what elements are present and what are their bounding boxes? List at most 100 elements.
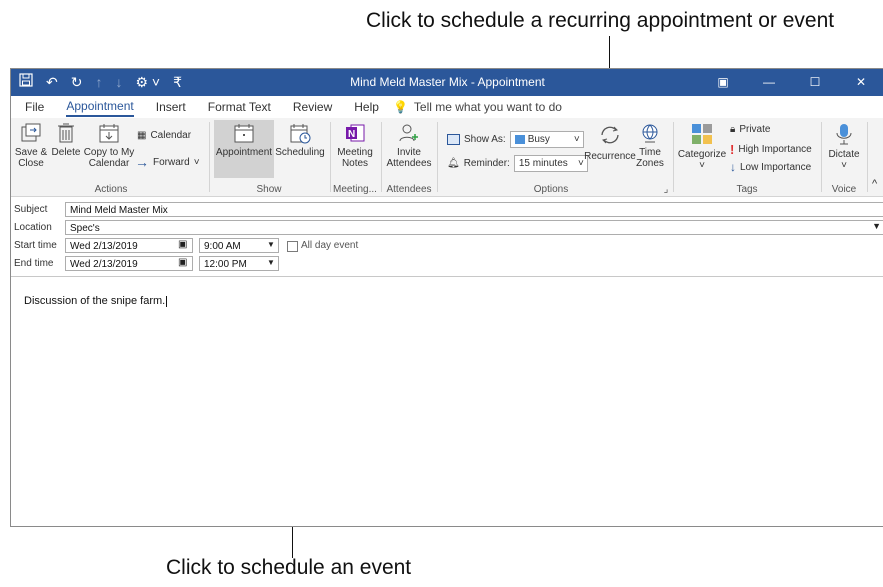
high-importance-button[interactable]: ! High Importance xyxy=(730,142,812,157)
bell-icon: 🔔︎ xyxy=(447,158,460,169)
subject-input[interactable]: Mind Meld Master Mix xyxy=(65,202,883,217)
minimize-icon[interactable]: — xyxy=(746,69,792,96)
callout-recurrence: Click to schedule a recurring appointmen… xyxy=(366,9,835,32)
ribbon-separator xyxy=(437,122,438,192)
invite-label-1: Invite xyxy=(397,147,421,158)
appointment-view-button[interactable]: Appointment xyxy=(214,122,274,158)
show-as-icon xyxy=(447,134,460,145)
appointment-body-editor[interactable]: Discussion of the snipe farm. xyxy=(11,276,883,526)
show-as-control: Show As: Busy ˅ xyxy=(447,131,584,148)
tab-review[interactable]: Review xyxy=(293,96,332,118)
show-as-dropdown[interactable]: Busy ˅ xyxy=(509,131,584,148)
save-close-icon xyxy=(21,123,41,142)
categorize-label: Categorize xyxy=(677,149,727,160)
meeting-notes-button[interactable]: N Meeting Notes xyxy=(333,122,377,169)
ribbon-separator xyxy=(867,122,868,192)
private-label: Private xyxy=(739,124,771,135)
time-zones-button[interactable]: Time Zones xyxy=(635,122,665,169)
body-text[interactable]: Discussion of the snipe farm. xyxy=(24,295,168,307)
chevron-down-icon[interactable]: ▼ xyxy=(267,258,275,267)
tab-file[interactable]: File xyxy=(25,96,44,118)
scheduling-button[interactable]: Scheduling xyxy=(275,122,325,158)
forward-button[interactable]: → Forward ˅ xyxy=(135,154,200,170)
show-as-label: Show As: xyxy=(464,134,506,145)
save-close-button[interactable]: Save & Close xyxy=(13,122,49,169)
low-importance-label: Low Importance xyxy=(740,161,812,173)
private-button[interactable]: 🔒︎ Private xyxy=(730,124,770,135)
save-close-label-2: Close xyxy=(18,158,44,169)
location-row: Location Spec's ▼ xyxy=(11,220,883,237)
recurrence-icon xyxy=(601,126,619,144)
end-time-row: End time Wed 2/13/2019 ▣ 12:00 PM ▼ xyxy=(11,256,883,273)
lightbulb-icon: 💡 xyxy=(392,100,408,114)
copy-label-2: Calendar xyxy=(88,158,130,169)
meeting-notes-label-1: Meeting xyxy=(337,147,373,158)
appointment-icon xyxy=(234,124,254,143)
subject-label: Subject xyxy=(14,204,48,215)
dialog-launcher-icon[interactable]: ⌟ xyxy=(661,184,671,195)
meeting-notes-label-2: Notes xyxy=(341,158,369,169)
save-close-label-1: Save & xyxy=(14,147,48,158)
chevron-down-icon: ˅ xyxy=(699,160,705,171)
globe-icon xyxy=(642,124,658,143)
recurrence-button[interactable]: Recurrence xyxy=(584,122,636,162)
end-date-input[interactable]: Wed 2/13/2019 xyxy=(65,256,193,271)
chevron-down-icon: ˅ xyxy=(573,134,580,145)
group-label-voice: Voice xyxy=(831,184,857,195)
tab-insert[interactable]: Insert xyxy=(156,96,186,118)
forward-icon: → xyxy=(135,154,149,170)
reminder-control: 🔔︎ Reminder: 15 minutes ˅ xyxy=(447,155,588,172)
ribbon-display-icon[interactable]: ▣ xyxy=(700,69,746,96)
calendar-picker-icon[interactable]: ▣ xyxy=(178,239,187,250)
start-time-label: Start time xyxy=(14,240,57,251)
chevron-down-icon: ˅ xyxy=(841,160,847,171)
lock-icon: 🔒︎ xyxy=(730,124,736,135)
tab-appointment[interactable]: Appointment xyxy=(66,97,134,117)
low-importance-button[interactable]: ↓ Low Importance xyxy=(730,160,811,174)
title-bar: ↶ ↻ ↑ ↓ ⚙ ˅ ₹ Mind Meld Master Mix - App… xyxy=(11,69,883,96)
collapse-ribbon-icon[interactable]: ^ xyxy=(872,178,877,190)
location-dropdown-icon[interactable]: ▼ xyxy=(872,221,881,231)
close-icon[interactable]: ✕ xyxy=(838,69,883,96)
all-day-checkbox[interactable] xyxy=(287,241,298,252)
body-text-content: Discussion of the snipe farm. xyxy=(24,295,166,307)
dictate-button[interactable]: Dictate ˅ xyxy=(825,122,863,171)
appointment-label: Appointment xyxy=(215,147,273,158)
forward-label: Forward xyxy=(153,156,190,168)
ribbon-separator xyxy=(209,122,210,192)
invite-attendees-button[interactable]: Invite Attendees xyxy=(385,122,433,169)
tab-help[interactable]: Help xyxy=(354,96,379,118)
group-label-options: Options xyxy=(533,184,569,195)
subject-row: Subject Mind Meld Master Mix xyxy=(11,202,883,219)
start-date-input[interactable]: Wed 2/13/2019 xyxy=(65,238,193,253)
appointment-window: ↶ ↻ ↑ ↓ ⚙ ˅ ₹ Mind Meld Master Mix - App… xyxy=(10,68,883,527)
busy-swatch xyxy=(514,134,525,144)
tab-format-text[interactable]: Format Text xyxy=(208,96,271,118)
window-controls: ▣ — ☐ ✕ xyxy=(700,69,883,96)
high-importance-label: High Importance xyxy=(738,144,812,155)
group-label-tags: Tags xyxy=(736,184,758,195)
tell-me-box[interactable]: 💡 Tell me what you want to do xyxy=(393,100,562,114)
calendar-picker-icon[interactable]: ▣ xyxy=(178,257,187,268)
calendar-icon: ▦ xyxy=(137,130,147,141)
ribbon: Save & Close Delete Copy to My Calendar … xyxy=(11,118,883,197)
text-caret xyxy=(166,295,168,307)
copy-to-calendar-button[interactable]: Copy to My Calendar xyxy=(83,122,135,169)
delete-button[interactable]: Delete xyxy=(51,122,81,158)
copy-label-1: Copy to My xyxy=(83,147,135,158)
calendar-button[interactable]: ▦ Calendar xyxy=(137,130,191,141)
location-input[interactable]: Spec's xyxy=(65,220,883,235)
scheduling-label: Scheduling xyxy=(275,147,325,158)
chevron-down-icon[interactable]: ▼ xyxy=(267,240,275,249)
high-importance-icon: ! xyxy=(730,142,735,157)
time-zones-label-2: Zones xyxy=(636,158,664,169)
maximize-icon[interactable]: ☐ xyxy=(792,69,838,96)
invite-person-icon xyxy=(399,124,418,142)
trash-icon xyxy=(58,123,74,143)
reminder-dropdown[interactable]: 15 minutes ˅ xyxy=(513,155,588,172)
categorize-button[interactable]: Categorize ˅ xyxy=(677,122,727,171)
all-day-label: All day event xyxy=(301,240,359,251)
show-as-value: Busy xyxy=(527,134,550,145)
location-label: Location xyxy=(14,222,52,233)
onenote-icon: N xyxy=(346,124,365,142)
